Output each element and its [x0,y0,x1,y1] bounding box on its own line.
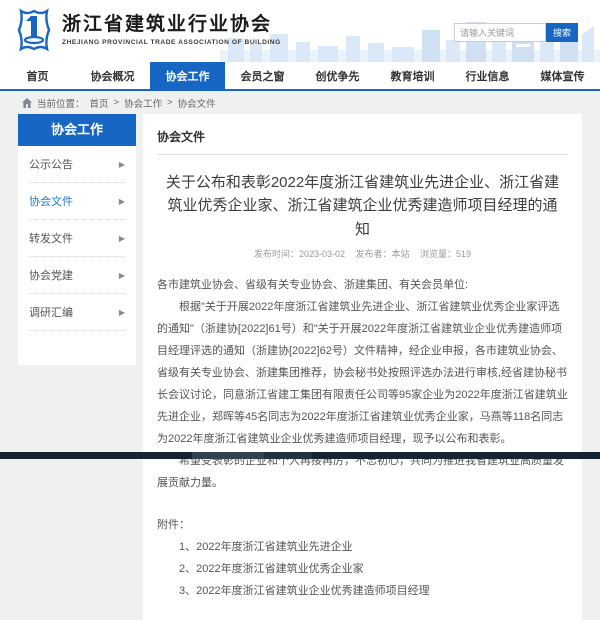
article-title: 关于公布和表彰2022年度浙江省建筑业先进企业、浙江省建筑业优秀企业家、浙江省建… [163,171,562,241]
main-nav: 首页 协会概况 协会工作 会员之窗 创优争先 教育培训 行业信息 媒体宣传 [0,62,600,91]
breadcrumb-association-work[interactable]: 协会工作 [124,96,162,110]
nav-item-training[interactable]: 教育培训 [375,62,450,89]
sidebar-item-label: 公示公告 [29,156,73,172]
article-body: 各市建筑业协会、省级有关专业协会、浙建集团、有关会员单位: 根据"关于开展202… [157,274,568,602]
logo-text: 浙江省建筑业行业协会 ZHEJIANG PROVINCIAL TRADE ASS… [62,14,281,46]
sidebar-item-research-compilation[interactable]: 调研汇编 ▶ [29,294,125,331]
chevron-right-icon: ▶ [119,160,125,169]
breadcrumb-separator: > [167,97,173,108]
sidebar-item-label: 协会文件 [29,193,73,209]
chevron-right-icon: ▶ [119,271,125,280]
site-logo[interactable]: 浙江省建筑业行业协会 ZHEJIANG PROVINCIAL TRADE ASS… [14,8,281,52]
section-title: 协会文件 [157,123,568,155]
association-emblem-icon [14,8,54,52]
sidebar-title: 协会工作 [18,114,136,146]
breadcrumb-association-documents[interactable]: 协会文件 [178,96,216,110]
sidebar-item-label: 调研汇编 [29,304,73,320]
breadcrumb-prefix: 当前位置： [37,96,85,110]
article-meta: 发布时间：2023-03-02 发布者：本站 浏览量：519 [157,247,568,260]
publish-date: 发布时间：2023-03-02 [254,249,345,259]
content-area: 协会工作 公示公告 ▶ 协会文件 ▶ 转发文件 ▶ 协会党建 ▶ 调研汇编 ▶ [0,114,600,620]
sidebar-item-association-documents[interactable]: 协会文件 ▶ [29,183,125,220]
view-count: 浏览量：519 [420,249,471,259]
sidebar: 协会工作 公示公告 ▶ 协会文件 ▶ 转发文件 ▶ 协会党建 ▶ 调研汇编 ▶ [18,114,136,365]
chevron-right-icon: ▶ [119,234,125,243]
article-paragraph: 各市建筑业协会、省级有关专业协会、浙建集团、有关会员单位: [157,274,568,296]
nav-item-home[interactable]: 首页 [0,62,75,89]
nav-item-excellence[interactable]: 创优争先 [300,62,375,89]
nav-item-overview[interactable]: 协会概况 [75,62,150,89]
publisher: 发布者：本站 [356,249,410,259]
sidebar-item-label: 协会党建 [29,267,73,283]
breadcrumb: 当前位置： 首页 > 协会工作 > 协会文件 [0,91,600,114]
attachment-item[interactable]: 2、2022年度浙江省建筑业优秀企业家 [157,558,568,580]
site-title: 浙江省建筑业行业协会 [62,14,281,37]
breadcrumb-separator: > [114,97,120,108]
chevron-right-icon: ▶ [119,197,125,206]
attachment-item[interactable]: 3、2022年度浙江省建筑业企业优秀建造师项目经理 [157,580,568,602]
search-button[interactable]: 搜索 [546,23,578,42]
site-subtitle: ZHEJIANG PROVINCIAL TRADE ASSOCIATION OF… [62,39,281,46]
nav-item-industry-info[interactable]: 行业信息 [450,62,525,89]
search-input[interactable] [454,23,546,42]
sidebar-item-party-building[interactable]: 协会党建 ▶ [29,257,125,294]
footer-bar [0,452,600,459]
nav-item-media[interactable]: 媒体宣传 [525,62,600,89]
home-icon [22,98,32,108]
breadcrumb-home[interactable]: 首页 [90,96,109,110]
attachments-label: 附件： [157,514,568,536]
site-header: 浙江省建筑业行业协会 ZHEJIANG PROVINCIAL TRADE ASS… [0,0,600,62]
sidebar-item-announcements[interactable]: 公示公告 ▶ [29,146,125,183]
article-paragraph: 根据"关于开展2022年度浙江省建筑业先进企业、浙江省建筑业优秀企业家评选的通知… [157,296,568,450]
sidebar-menu: 公示公告 ▶ 协会文件 ▶ 转发文件 ▶ 协会党建 ▶ 调研汇编 ▶ [18,146,136,331]
nav-item-association-work[interactable]: 协会工作 [150,62,225,89]
sidebar-item-forwarded-documents[interactable]: 转发文件 ▶ [29,220,125,257]
nav-item-members[interactable]: 会员之窗 [225,62,300,89]
main-panel: 协会文件 关于公布和表彰2022年度浙江省建筑业先进企业、浙江省建筑业优秀企业家… [143,114,582,620]
chevron-right-icon: ▶ [119,308,125,317]
search-box: 搜索 [454,23,578,42]
attachment-item[interactable]: 1、2022年度浙江省建筑业先进企业 [157,536,568,558]
sidebar-item-label: 转发文件 [29,230,73,246]
